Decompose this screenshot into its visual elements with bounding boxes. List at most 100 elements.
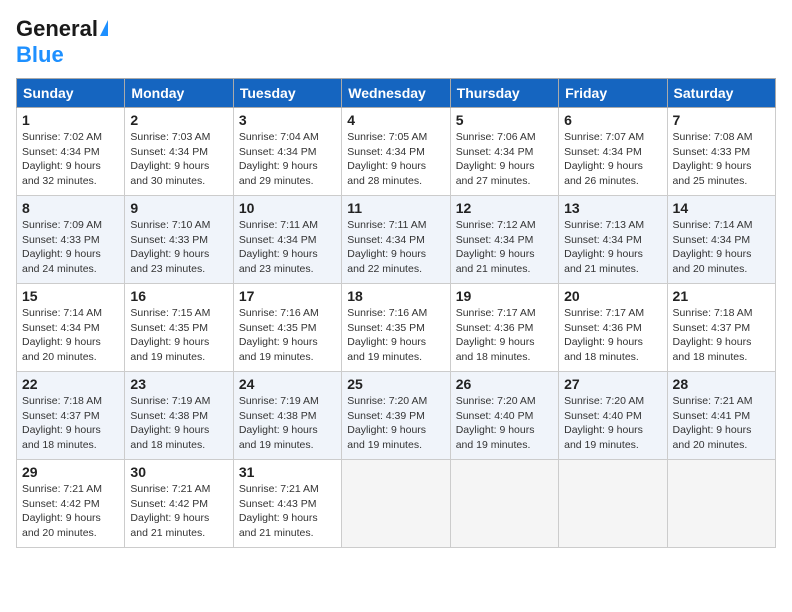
day-number: 9	[130, 200, 227, 216]
cell-info: Sunrise: 7:12 AMSunset: 4:34 PMDaylight:…	[456, 218, 553, 277]
week-row-3: 15 Sunrise: 7:14 AMSunset: 4:34 PMDayligh…	[17, 284, 776, 372]
day-number: 5	[456, 112, 553, 128]
cell-info: Sunrise: 7:16 AMSunset: 4:35 PMDaylight:…	[239, 306, 336, 365]
day-number: 6	[564, 112, 661, 128]
calendar-cell: 31Sunrise: 7:21 AMSunset: 4:43 PMDayligh…	[233, 460, 341, 548]
calendar-cell: 13Sunrise: 7:13 AMSunset: 4:34 PMDayligh…	[559, 196, 667, 284]
calendar-cell	[450, 460, 558, 548]
day-number: 4	[347, 112, 444, 128]
calendar-cell: 20Sunrise: 7:17 AMSunset: 4:36 PMDayligh…	[559, 284, 667, 372]
calendar-cell: 5 Sunrise: 7:06 AMSunset: 4:34 PMDaylight…	[450, 108, 558, 196]
cell-info: Sunrise: 7:19 AMSunset: 4:38 PMDaylight:…	[130, 394, 227, 453]
calendar-cell: 12 Sunrise: 7:12 AMSunset: 4:34 PMDayligh…	[450, 196, 558, 284]
calendar-cell: 26 Sunrise: 7:20 AMSunset: 4:40 PMDayligh…	[450, 372, 558, 460]
calendar-cell: 19 Sunrise: 7:17 AMSunset: 4:36 PMDayligh…	[450, 284, 558, 372]
week-row-4: 22 Sunrise: 7:18 AMSunset: 4:37 PMDayligh…	[17, 372, 776, 460]
col-header-wednesday: Wednesday	[342, 79, 450, 108]
day-number: 28	[673, 376, 770, 392]
calendar-cell: 6 Sunrise: 7:07 AMSunset: 4:34 PMDaylight…	[559, 108, 667, 196]
calendar-table: SundayMondayTuesdayWednesdayThursdayFrid…	[16, 78, 776, 548]
cell-info: Sunrise: 7:21 AMSunset: 4:41 PMDaylight:…	[673, 394, 770, 453]
calendar-cell: 7 Sunrise: 7:08 AMSunset: 4:33 PMDaylight…	[667, 108, 775, 196]
cell-info: Sunrise: 7:17 AMSunset: 4:36 PMDaylight:…	[456, 306, 553, 365]
cell-info: Sunrise: 7:02 AMSunset: 4:34 PMDaylight:…	[22, 130, 119, 189]
day-number: 16	[130, 288, 227, 304]
day-number: 23	[130, 376, 227, 392]
calendar-cell: 16Sunrise: 7:15 AMSunset: 4:35 PMDayligh…	[125, 284, 233, 372]
cell-info: Sunrise: 7:18 AMSunset: 4:37 PMDaylight:…	[22, 394, 119, 453]
calendar-cell	[559, 460, 667, 548]
calendar-cell: 25Sunrise: 7:20 AMSunset: 4:39 PMDayligh…	[342, 372, 450, 460]
cell-info: Sunrise: 7:14 AMSunset: 4:34 PMDaylight:…	[22, 306, 119, 365]
logo-blue: Blue	[16, 42, 64, 67]
col-header-saturday: Saturday	[667, 79, 775, 108]
cell-info: Sunrise: 7:03 AMSunset: 4:34 PMDaylight:…	[130, 130, 227, 189]
calendar-cell: 23 Sunrise: 7:19 AMSunset: 4:38 PMDayligh…	[125, 372, 233, 460]
day-number: 19	[456, 288, 553, 304]
day-number: 29	[22, 464, 119, 480]
calendar-cell: 3 Sunrise: 7:04 AMSunset: 4:34 PMDaylight…	[233, 108, 341, 196]
day-number: 12	[456, 200, 553, 216]
day-number: 21	[673, 288, 770, 304]
day-number: 14	[673, 200, 770, 216]
col-header-sunday: Sunday	[17, 79, 125, 108]
cell-info: Sunrise: 7:19 AMSunset: 4:38 PMDaylight:…	[239, 394, 336, 453]
header: General Blue	[16, 16, 776, 68]
cell-info: Sunrise: 7:04 AMSunset: 4:34 PMDaylight:…	[239, 130, 336, 189]
day-number: 15	[22, 288, 119, 304]
day-number: 10	[239, 200, 336, 216]
calendar-cell: 11 Sunrise: 7:11 AMSunset: 4:34 PMDayligh…	[342, 196, 450, 284]
cell-info: Sunrise: 7:18 AMSunset: 4:37 PMDaylight:…	[673, 306, 770, 365]
cell-info: Sunrise: 7:21 AMSunset: 4:42 PMDaylight:…	[22, 482, 119, 541]
calendar-cell: 27Sunrise: 7:20 AMSunset: 4:40 PMDayligh…	[559, 372, 667, 460]
calendar-cell: 4Sunrise: 7:05 AMSunset: 4:34 PMDaylight…	[342, 108, 450, 196]
logo-text: General	[16, 16, 98, 42]
calendar-cell	[342, 460, 450, 548]
day-number: 7	[673, 112, 770, 128]
calendar-cell: 10 Sunrise: 7:11 AMSunset: 4:34 PMDayligh…	[233, 196, 341, 284]
cell-info: Sunrise: 7:08 AMSunset: 4:33 PMDaylight:…	[673, 130, 770, 189]
calendar-cell: 18Sunrise: 7:16 AMSunset: 4:35 PMDayligh…	[342, 284, 450, 372]
cell-info: Sunrise: 7:11 AMSunset: 4:34 PMDaylight:…	[239, 218, 336, 277]
cell-info: Sunrise: 7:06 AMSunset: 4:34 PMDaylight:…	[456, 130, 553, 189]
day-number: 18	[347, 288, 444, 304]
week-row-5: 29 Sunrise: 7:21 AMSunset: 4:42 PMDayligh…	[17, 460, 776, 548]
calendar-cell: 28 Sunrise: 7:21 AMSunset: 4:41 PMDayligh…	[667, 372, 775, 460]
cell-info: Sunrise: 7:07 AMSunset: 4:34 PMDaylight:…	[564, 130, 661, 189]
cell-info: Sunrise: 7:14 AMSunset: 4:34 PMDaylight:…	[673, 218, 770, 277]
header-row: SundayMondayTuesdayWednesdayThursdayFrid…	[17, 79, 776, 108]
calendar-cell: 17 Sunrise: 7:16 AMSunset: 4:35 PMDayligh…	[233, 284, 341, 372]
col-header-friday: Friday	[559, 79, 667, 108]
day-number: 3	[239, 112, 336, 128]
col-header-thursday: Thursday	[450, 79, 558, 108]
day-number: 17	[239, 288, 336, 304]
calendar-cell: 30 Sunrise: 7:21 AMSunset: 4:42 PMDayligh…	[125, 460, 233, 548]
logo: General Blue	[16, 16, 108, 68]
calendar-cell: 2 Sunrise: 7:03 AMSunset: 4:34 PMDaylight…	[125, 108, 233, 196]
day-number: 26	[456, 376, 553, 392]
day-number: 22	[22, 376, 119, 392]
cell-info: Sunrise: 7:10 AMSunset: 4:33 PMDaylight:…	[130, 218, 227, 277]
cell-info: Sunrise: 7:21 AMSunset: 4:43 PMDaylight:…	[239, 482, 336, 541]
calendar-cell	[667, 460, 775, 548]
day-number: 2	[130, 112, 227, 128]
day-number: 27	[564, 376, 661, 392]
day-number: 30	[130, 464, 227, 480]
calendar-cell: 15 Sunrise: 7:14 AMSunset: 4:34 PMDayligh…	[17, 284, 125, 372]
calendar-cell: 21 Sunrise: 7:18 AMSunset: 4:37 PMDayligh…	[667, 284, 775, 372]
day-number: 11	[347, 200, 444, 216]
calendar-cell: 24 Sunrise: 7:19 AMSunset: 4:38 PMDayligh…	[233, 372, 341, 460]
week-row-2: 8 Sunrise: 7:09 AMSunset: 4:33 PMDaylight…	[17, 196, 776, 284]
day-number: 25	[347, 376, 444, 392]
cell-info: Sunrise: 7:11 AMSunset: 4:34 PMDaylight:…	[347, 218, 444, 277]
day-number: 24	[239, 376, 336, 392]
day-number: 20	[564, 288, 661, 304]
cell-info: Sunrise: 7:21 AMSunset: 4:42 PMDaylight:…	[130, 482, 227, 541]
cell-info: Sunrise: 7:20 AMSunset: 4:40 PMDaylight:…	[456, 394, 553, 453]
cell-info: Sunrise: 7:09 AMSunset: 4:33 PMDaylight:…	[22, 218, 119, 277]
calendar-cell: 22 Sunrise: 7:18 AMSunset: 4:37 PMDayligh…	[17, 372, 125, 460]
day-number: 1	[22, 112, 119, 128]
calendar-cell: 8 Sunrise: 7:09 AMSunset: 4:33 PMDaylight…	[17, 196, 125, 284]
day-number: 8	[22, 200, 119, 216]
col-header-tuesday: Tuesday	[233, 79, 341, 108]
